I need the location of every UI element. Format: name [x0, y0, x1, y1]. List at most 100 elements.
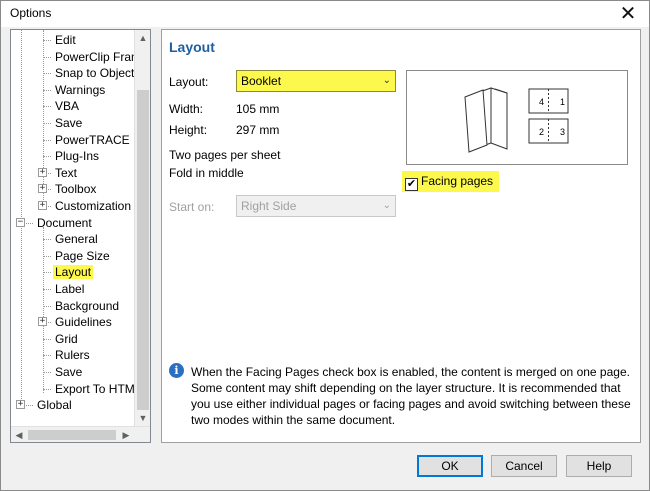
tree-item-guidelines[interactable]: Guidelines: [53, 314, 114, 330]
tree-item-edit[interactable]: Edit: [53, 32, 78, 48]
preview-page-number: 1: [560, 97, 565, 107]
tree-item-page-size[interactable]: Page Size: [53, 248, 112, 264]
tree-item-label: Save: [55, 365, 83, 379]
layout-panel: Layout Layout: Booklet ⌄ Width: 105 mm H…: [161, 29, 641, 443]
preview-page-number: 3: [560, 127, 565, 137]
tree-item-label: Snap to Objects: [55, 66, 141, 81]
tree-guide-line: [43, 40, 51, 41]
facing-pages-label: Facing pages: [421, 174, 494, 188]
tree-guide-line: [43, 388, 51, 390]
tree-guide-line: [43, 106, 51, 108]
tree-item-general[interactable]: General: [53, 231, 100, 247]
start-on-dropdown-value: Right Side: [241, 199, 297, 213]
expand-icon[interactable]: +: [38, 167, 47, 177]
expand-icon[interactable]: +: [38, 317, 47, 327]
tree-guide-line: [43, 372, 51, 373]
tree-item-layout[interactable]: Layout: [53, 264, 94, 280]
preview-page-number: 4: [539, 97, 544, 107]
tree-guide-line: [43, 255, 51, 257]
tree-item-label: Plug-Ins: [55, 149, 100, 164]
ok-button[interactable]: OK: [417, 455, 483, 477]
tree-item-label: Label: [55, 282, 85, 296]
tree-guide-line: [43, 289, 51, 290]
scroll-thumb[interactable]: [137, 90, 149, 410]
tree-item-grid[interactable]: Grid: [53, 331, 80, 347]
close-icon[interactable]: ✕: [615, 2, 641, 24]
tree-item-label: Customization: [55, 199, 132, 213]
cancel-button[interactable]: Cancel: [491, 455, 557, 477]
tree-item-label: PowerTRACE: [55, 132, 130, 147]
options-tree: Edit PowerClip Frame Snap to Objects Warnin…: [10, 29, 151, 443]
tree-guide-line: [43, 156, 51, 158]
tree-guide-line: [43, 56, 51, 58]
tree-horizontal-scrollbar[interactable]: ◀ ▶: [11, 426, 150, 442]
tree-item-label: Global: [37, 398, 72, 413]
info-icon: i: [169, 363, 184, 378]
expand-icon[interactable]: +: [38, 201, 47, 210]
scroll-down-icon[interactable]: ▼: [135, 410, 150, 426]
tree-item-export-to-html[interactable]: Export To HTML: [53, 381, 143, 397]
page-title: Layout: [169, 39, 215, 55]
tree-item-plug-ins[interactable]: Plug-Ins: [53, 148, 101, 164]
tree-vertical-scrollbar[interactable]: ▲ ▼: [134, 30, 150, 426]
chevron-down-icon: ⌄: [382, 75, 391, 86]
tree-guide-line: [43, 73, 51, 75]
tree-item-label: Rulers: [55, 348, 90, 363]
scroll-right-icon[interactable]: ▶: [118, 427, 134, 442]
start-on-dropdown[interactable]: Right Side ⌄: [236, 195, 396, 217]
facing-pages-checkbox[interactable]: ✔ Facing pages: [402, 171, 500, 192]
tree-item-label: Toolbox: [55, 182, 97, 197]
tree-item-powertrace[interactable]: PowerTRACE: [53, 132, 132, 148]
tree-item-label: Export To HTML: [55, 381, 142, 396]
tree-item-toolbox[interactable]: Toolbox: [53, 181, 98, 197]
booklet-preview-icon: 4 1 2 3: [464, 87, 569, 153]
tree-item-label: Text: [55, 165, 78, 180]
tree-item-label: Document: [37, 215, 92, 230]
layout-dropdown[interactable]: Booklet ⌄: [236, 70, 396, 92]
collapse-icon[interactable]: −: [16, 217, 25, 227]
tree-item-global[interactable]: Global: [35, 397, 74, 413]
tree-guide-line: [43, 272, 51, 274]
layout-dropdown-value: Booklet: [241, 74, 282, 88]
tree-item-customization[interactable]: Customization: [53, 198, 133, 214]
scroll-up-icon[interactable]: ▲: [135, 30, 150, 46]
tree-guide-line: [43, 239, 51, 241]
layout-label: Layout:: [169, 75, 209, 89]
tree-item-document[interactable]: Document: [35, 215, 94, 231]
width-label: Width:: [169, 102, 204, 116]
help-button[interactable]: Help: [566, 455, 632, 477]
tree-guide-line: [43, 305, 51, 307]
chevron-down-icon: ⌄: [382, 200, 391, 211]
tree-item-label[interactable]: Label: [53, 281, 86, 297]
layout-description-line2: Fold in middle: [169, 166, 244, 180]
tree-guide-line: [43, 139, 51, 141]
options-dialog: Options ✕ Edit PowerClip Frame Snap to Obj…: [0, 0, 650, 491]
expand-icon[interactable]: +: [38, 184, 47, 194]
tree-item-vba[interactable]: VBA: [53, 98, 81, 114]
preview-page-number: 2: [539, 127, 544, 137]
info-message: When the Facing Pages check box is enabl…: [191, 365, 631, 427]
tree-item-text[interactable]: Text: [53, 165, 79, 181]
scroll-left-icon[interactable]: ◀: [11, 427, 27, 442]
tree-item-label: Grid: [55, 331, 78, 346]
tree-guide-line: [43, 226, 44, 393]
height-label: Height:: [169, 123, 208, 137]
tree-item-label: Background: [55, 298, 120, 313]
tree-item-snap-to-objects[interactable]: Snap to Objects: [53, 65, 142, 81]
tree-item-label: Save: [55, 116, 83, 130]
scroll-thumb-horizontal[interactable]: [28, 430, 116, 440]
window-title: Options: [10, 6, 52, 20]
title-bar: Options ✕: [1, 1, 649, 27]
tree-item-label: Guidelines: [55, 315, 112, 330]
start-on-label: Start on:: [169, 200, 215, 214]
tree-item-rulers[interactable]: Rulers: [53, 347, 92, 363]
tree-item-document-save[interactable]: Save: [53, 364, 84, 380]
checkmark-icon[interactable]: ✔: [405, 178, 418, 191]
tree-item-label: Edit: [55, 33, 76, 47]
tree-item-warnings[interactable]: Warnings: [53, 82, 107, 98]
tree-item-save[interactable]: Save: [53, 115, 84, 131]
expand-icon[interactable]: +: [16, 400, 25, 410]
tree-item-background[interactable]: Background: [53, 298, 121, 314]
height-value: 297 mm: [236, 123, 280, 137]
tree-item-label: Layout: [53, 265, 94, 280]
